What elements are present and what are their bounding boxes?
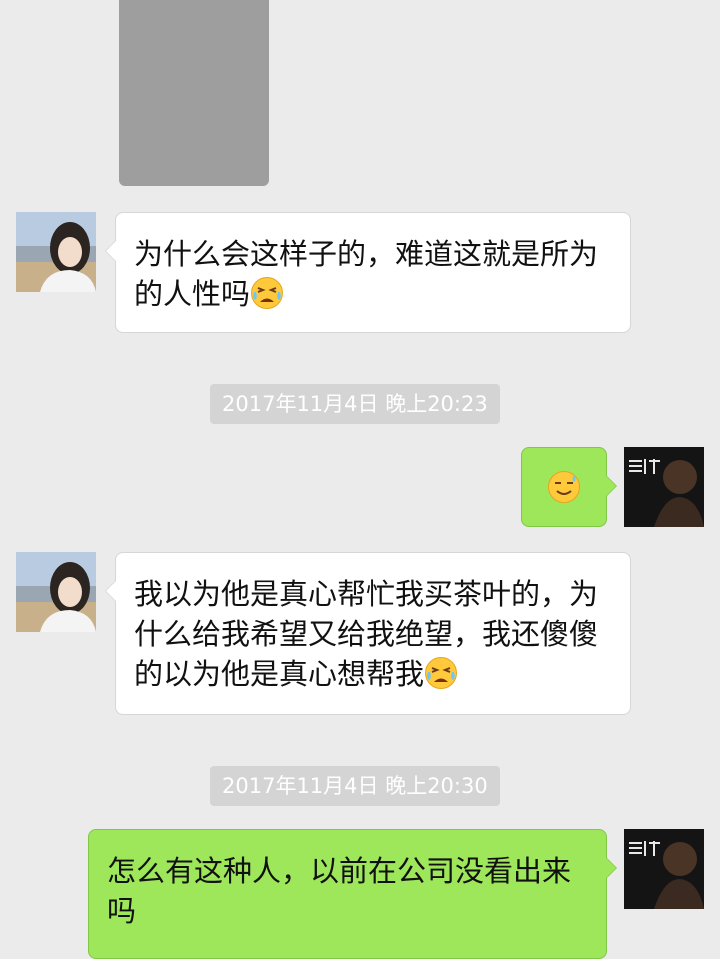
message-text: 我以为他是真心帮忙我买茶叶的，为什么给我希望又给我绝望，我还傻傻的以为他是真心想… xyxy=(134,577,599,691)
timestamp: 2017年11月4日 晚上20:23 xyxy=(210,384,500,424)
user-avatar[interactable] xyxy=(624,447,704,527)
smiling-sweat-face-icon xyxy=(547,470,581,504)
message-text: 怎么有这种人，以前在公司没看出来吗 xyxy=(107,854,572,928)
crying-face-icon xyxy=(250,276,284,310)
contact-avatar[interactable] xyxy=(16,552,96,632)
message-bubble-outgoing[interactable]: 怎么有这种人，以前在公司没看出来吗 xyxy=(88,829,617,959)
message-bubble-incoming[interactable]: 我以为他是真心帮忙我买茶叶的，为什么给我希望又给我绝望，我还傻傻的以为他是真心想… xyxy=(105,552,631,715)
message-bubble-incoming[interactable]: 为什么会这样子的，难道这就是所为的人性吗 xyxy=(105,212,631,333)
user-avatar[interactable] xyxy=(624,829,704,909)
timestamp: 2017年11月4日 晚上20:30 xyxy=(210,766,500,806)
message-text: 为什么会这样子的，难道这就是所为的人性吗 xyxy=(134,237,599,311)
contact-avatar[interactable] xyxy=(16,212,96,292)
message-bubble-outgoing[interactable] xyxy=(521,447,617,527)
crying-face-icon xyxy=(424,656,458,690)
image-message-placeholder[interactable] xyxy=(119,0,269,186)
